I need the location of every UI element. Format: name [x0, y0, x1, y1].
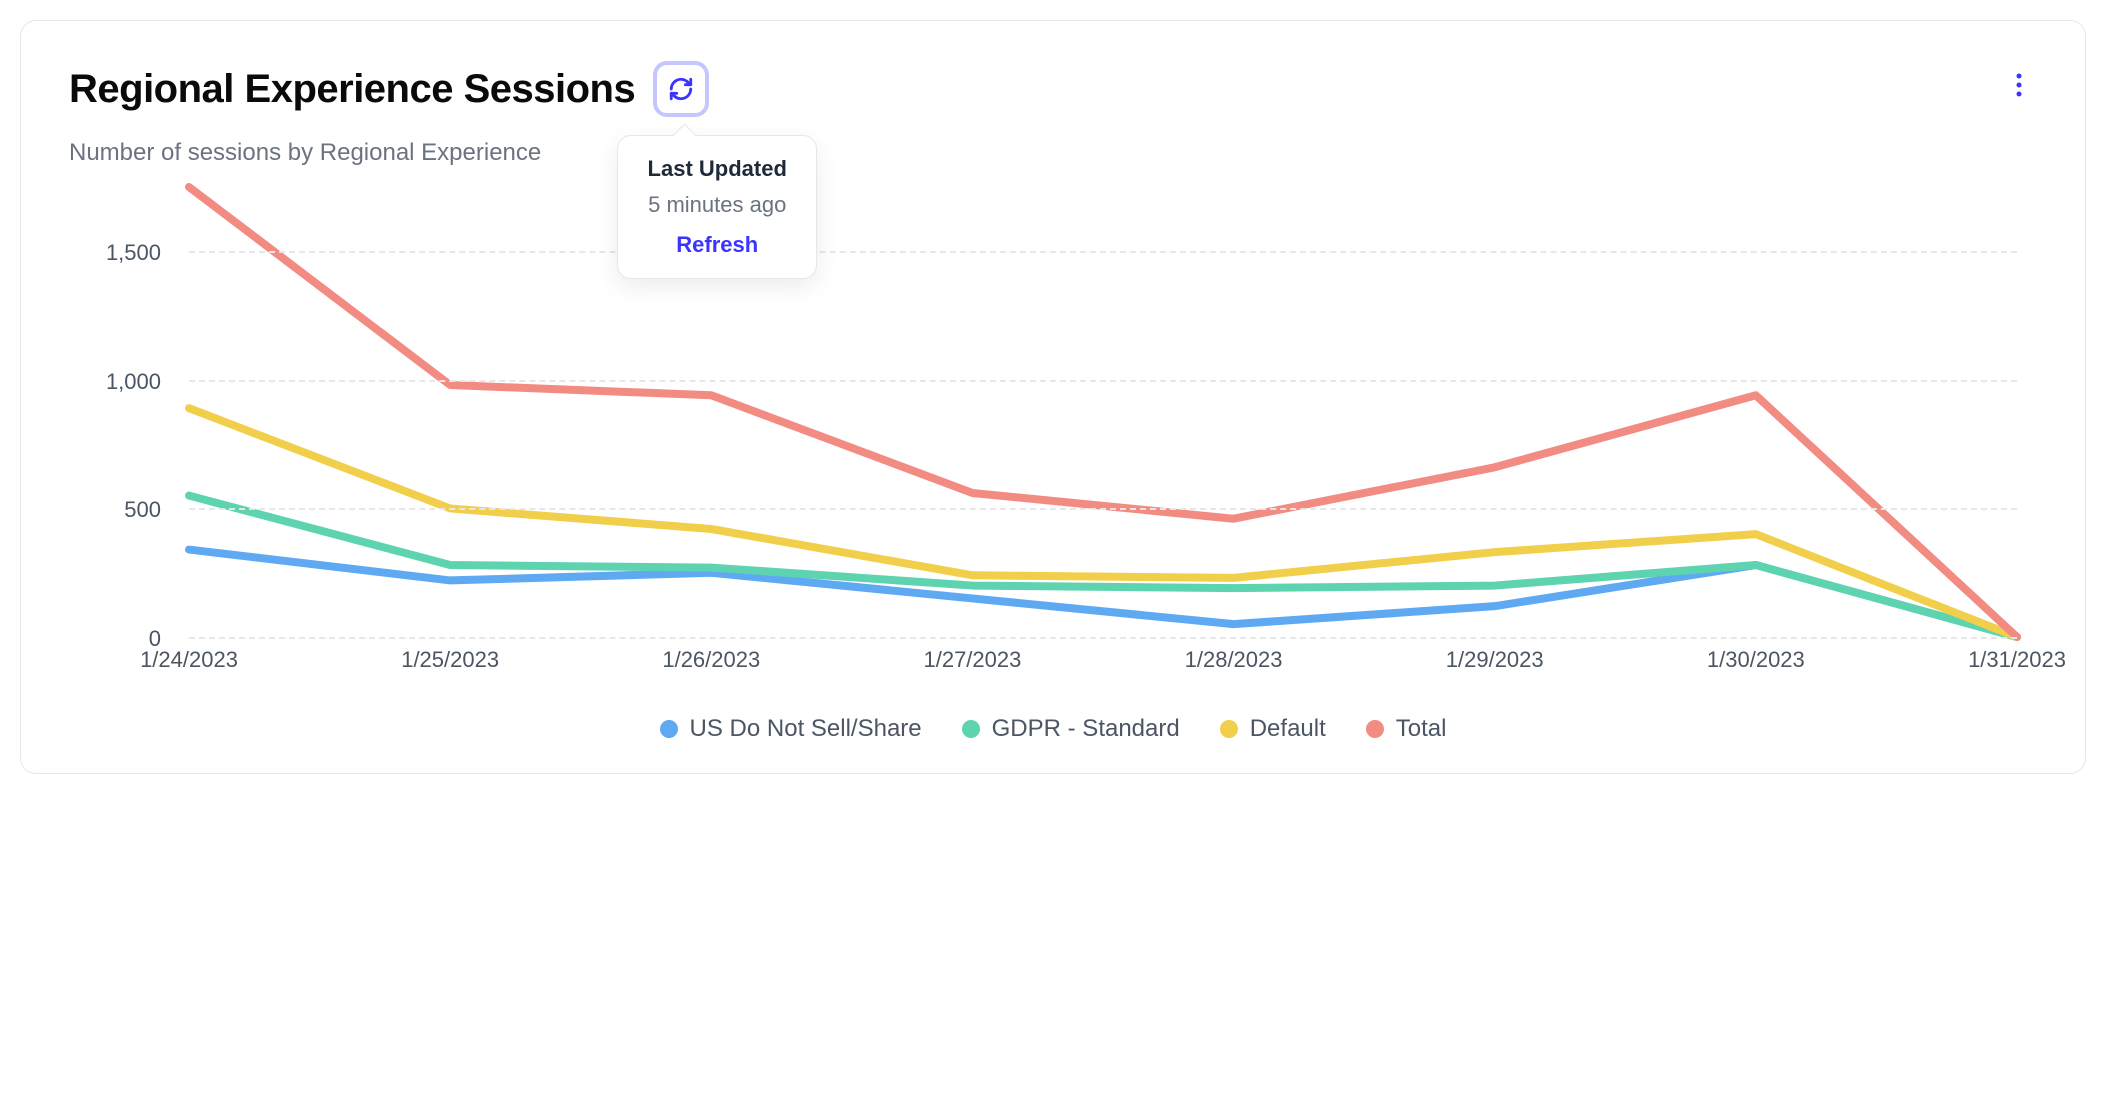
legend-item[interactable]: GDPR - Standard	[962, 715, 1180, 743]
legend-item[interactable]: Default	[1220, 715, 1326, 743]
legend-dot-icon	[962, 720, 980, 738]
x-axis-labels: 1/24/20231/25/20231/26/20231/27/20231/28…	[189, 647, 2017, 677]
legend-label: Total	[1396, 715, 1447, 743]
gridline: 1,500	[189, 251, 2017, 253]
x-tick-label: 1/24/2023	[140, 647, 238, 673]
series-line	[189, 496, 2017, 637]
chart-area: 0 500 1,000 1,500 1/24/2023 1/25/2023 1/26/20…	[69, 177, 2037, 697]
series-line	[189, 408, 2017, 637]
y-tick-label: 1,000	[106, 369, 189, 395]
x-tick-label: 1/31/2023	[1968, 647, 2066, 673]
chart-card: Regional Experience Sessions Last Update…	[20, 20, 2086, 774]
chart-lines	[189, 187, 2017, 637]
plot-area: 0 500 1,000 1,500	[189, 187, 2017, 637]
legend-item[interactable]: Total	[1366, 715, 1447, 743]
refresh-icon	[668, 76, 694, 102]
legend-item[interactable]: US Do Not Sell/Share	[660, 715, 922, 743]
legend-label: GDPR - Standard	[992, 715, 1180, 743]
last-updated-popover: Last Updated 5 minutes ago Refresh	[617, 135, 817, 279]
card-subtitle: Number of sessions by Regional Experienc…	[69, 139, 2037, 167]
popover-refresh-link[interactable]: Refresh	[644, 232, 790, 258]
card-title: Regional Experience Sessions	[69, 67, 635, 112]
y-tick-label: 500	[124, 497, 189, 523]
x-tick-label: 1/28/2023	[1185, 647, 1283, 673]
y-tick-label: 1,500	[106, 240, 189, 266]
card-menu-button[interactable]	[2001, 67, 2037, 103]
x-tick-label: 1/25/2023	[401, 647, 499, 673]
popover-timestamp: 5 minutes ago	[644, 192, 790, 218]
x-tick-label: 1/27/2023	[923, 647, 1021, 673]
gridline: 0	[189, 637, 2017, 639]
vertical-dots-icon	[2016, 73, 2022, 97]
chart-legend: US Do Not Sell/Share GDPR - Standard Defau…	[69, 715, 2037, 743]
x-tick-label: 1/26/2023	[662, 647, 760, 673]
refresh-button[interactable]: Last Updated 5 minutes ago Refresh	[653, 61, 709, 117]
popover-title: Last Updated	[644, 156, 790, 182]
gridline: 500	[189, 508, 2017, 510]
x-tick-label: 1/30/2023	[1707, 647, 1805, 673]
legend-label: US Do Not Sell/Share	[690, 715, 922, 743]
card-header: Regional Experience Sessions Last Update…	[69, 61, 2037, 117]
gridline: 1,000	[189, 380, 2017, 382]
legend-dot-icon	[1220, 720, 1238, 738]
legend-dot-icon	[1366, 720, 1384, 738]
legend-label: Default	[1250, 715, 1326, 743]
x-tick-label: 1/29/2023	[1446, 647, 1544, 673]
legend-dot-icon	[660, 720, 678, 738]
